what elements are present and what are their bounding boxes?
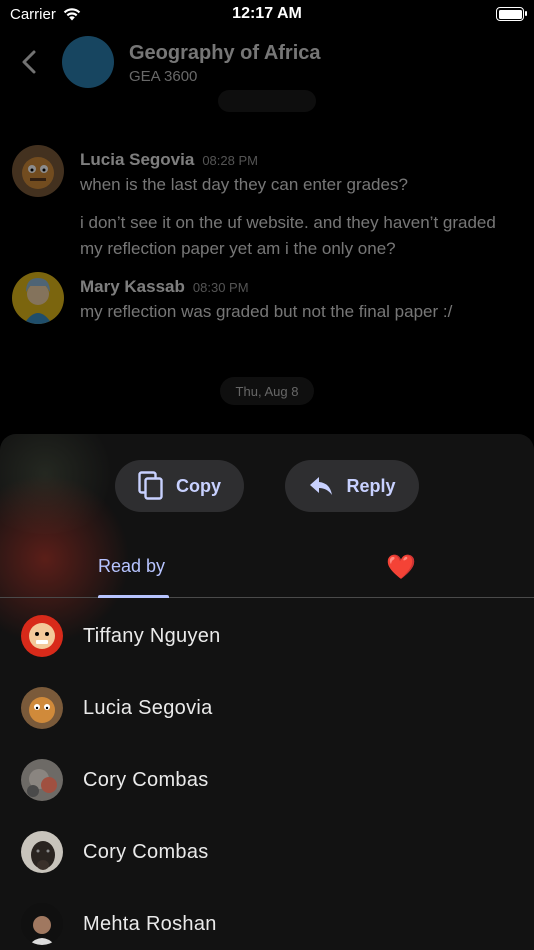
message-time: 08:30 PM: [192, 280, 249, 295]
chat-area: Geography of Africa GEA 3600 Lucia Segov…: [0, 28, 534, 448]
author-name: Mary Kassab: [80, 277, 185, 296]
avatar: [21, 615, 63, 657]
message-author: Lucia Segovia 08:28 PM: [80, 150, 258, 170]
copy-icon: [138, 471, 163, 500]
reply-arrow-icon: [310, 477, 333, 495]
reader-name: Lucia Segovia: [83, 696, 213, 719]
wifi-icon: [63, 8, 81, 21]
avatar: [21, 831, 63, 873]
author-name: Lucia Segovia: [80, 150, 195, 169]
chevron-left-icon[interactable]: [16, 48, 44, 76]
list-item[interactable]: Tiffany Nguyen: [0, 600, 534, 672]
date-pill-hidden: [218, 90, 316, 112]
status-left: Carrier: [10, 6, 82, 23]
message-actions-sheet: Copy Reply Read by ❤️ Tiffany Nguyen Luc…: [0, 434, 534, 950]
group-avatar[interactable]: [62, 36, 114, 88]
reader-name: Cory Combas: [83, 840, 209, 863]
status-bar: Carrier 12:17 AM: [0, 0, 534, 28]
carrier-label: Carrier: [10, 5, 56, 23]
battery-icon: [496, 7, 527, 21]
copy-button[interactable]: Copy: [115, 460, 244, 512]
reader-name: Tiffany Nguyen: [83, 624, 221, 647]
avatar: [21, 759, 63, 801]
message-text[interactable]: my reflection was graded but not the fin…: [80, 299, 520, 325]
action-row: Copy Reply: [0, 460, 534, 512]
reply-button[interactable]: Reply: [285, 460, 419, 512]
date-separator: Thu, Aug 8: [220, 377, 314, 405]
avatar[interactable]: [12, 145, 64, 197]
chat-header: Geography of Africa GEA 3600: [0, 36, 534, 90]
message-text[interactable]: i don’t see it on the uf website. and th…: [80, 210, 520, 262]
message-time: 08:28 PM: [202, 153, 258, 168]
tab-indicator: [98, 595, 169, 598]
avatar: [21, 903, 63, 945]
copy-label: Copy: [176, 475, 221, 496]
reader-name: Mehta Roshan: [83, 912, 217, 935]
reply-label: Reply: [346, 475, 396, 496]
message-text[interactable]: when is the last day they can enter grad…: [80, 172, 520, 198]
list-item[interactable]: Cory Combas: [0, 744, 534, 816]
avatar[interactable]: [12, 272, 64, 324]
list-item[interactable]: Lucia Segovia: [0, 672, 534, 744]
tab-read-by[interactable]: Read by: [98, 556, 165, 577]
group-title[interactable]: Geography of Africa: [129, 42, 321, 65]
message-author: Mary Kassab 08:30 PM: [80, 277, 249, 297]
tab-bar: Read by ❤️: [0, 546, 534, 598]
list-item[interactable]: Cory Combas: [0, 816, 534, 888]
group-subtitle: GEA 3600: [129, 68, 198, 85]
reader-name: Cory Combas: [83, 768, 209, 791]
list-item[interactable]: Mehta Roshan: [0, 888, 534, 950]
tab-reaction-heart[interactable]: ❤️: [386, 554, 416, 582]
avatar: [21, 687, 63, 729]
